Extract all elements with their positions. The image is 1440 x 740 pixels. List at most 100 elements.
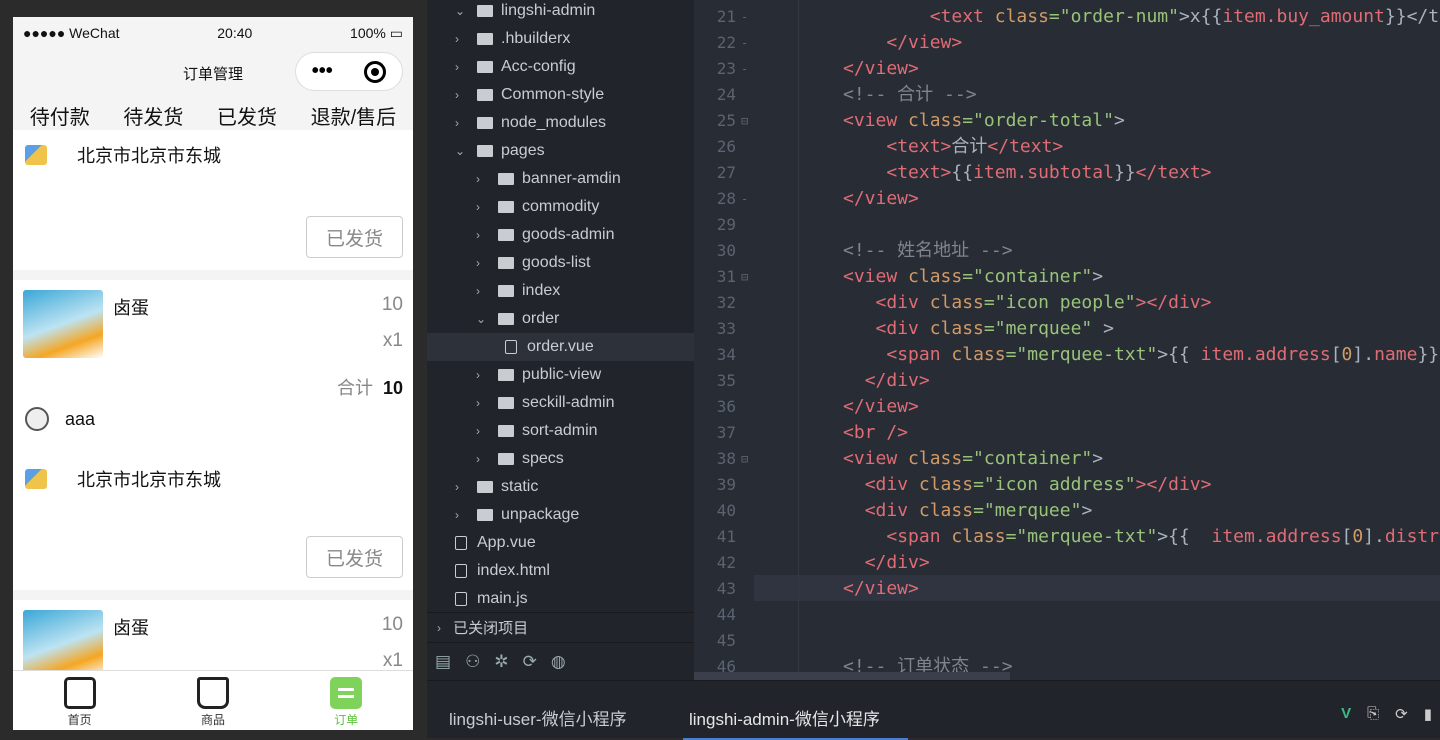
tab-pending-payment[interactable]: 待付款 xyxy=(30,91,90,131)
order-total: 合计 10 xyxy=(336,378,403,398)
folder-icon xyxy=(498,453,514,465)
tree-item[interactable]: › public-view xyxy=(427,361,694,389)
search-icon[interactable]: ⚇ xyxy=(465,652,480,672)
restart-icon[interactable]: ⟳ xyxy=(1395,705,1408,723)
code-line[interactable]: <text>{{item.subtotal}}</text> xyxy=(843,160,1211,186)
code-token: class xyxy=(929,292,984,313)
tree-item[interactable]: › unpackage xyxy=(427,501,694,529)
tab-refund[interactable]: 退款/售后 xyxy=(311,91,396,135)
tree-item[interactable]: index.html xyxy=(427,557,694,585)
tabbar-home[interactable]: 首页 xyxy=(40,671,120,730)
close-miniprogram-icon[interactable] xyxy=(364,60,387,83)
code-token: item.address xyxy=(1200,344,1331,365)
code-token: class xyxy=(908,448,963,469)
code-token: item.buy_amount xyxy=(1222,6,1385,27)
tree-item[interactable]: › Acc-config xyxy=(427,53,694,81)
code-line[interactable]: </view> xyxy=(843,56,919,82)
copy-icon[interactable]: ⎘ xyxy=(1367,705,1379,723)
order-card: 北京市北京市东城 已发货 xyxy=(13,130,413,270)
tabbar-goods[interactable]: 商品 xyxy=(173,671,253,730)
code-line[interactable]: </view> xyxy=(843,186,919,212)
tree-item[interactable]: main.js xyxy=(427,585,694,613)
tree-item[interactable]: › goods-list xyxy=(427,249,694,277)
folder-icon xyxy=(477,61,493,73)
capsule-menu[interactable]: ••• xyxy=(295,52,403,91)
code-line[interactable]: <!-- 姓名地址 --> xyxy=(843,238,1013,264)
folder-icon xyxy=(498,369,514,381)
fold-marker[interactable]: ⊟ xyxy=(741,270,748,284)
shipped-button[interactable]: 已发货 xyxy=(306,216,403,258)
plugins-icon[interactable]: ◍ xyxy=(551,652,566,672)
code-token: <div xyxy=(864,500,919,521)
code-line[interactable]: <text class="order-num">x{{item.buy_amou… xyxy=(843,4,1440,30)
file-icon xyxy=(455,564,467,578)
debug-icon[interactable]: ✲ xyxy=(494,652,508,672)
code-line[interactable]: <view class="container"> xyxy=(843,446,1103,472)
fold-marker[interactable]: ⊟ xyxy=(741,452,748,466)
horizontal-scrollbar[interactable] xyxy=(694,672,1010,680)
tree-item[interactable]: › static xyxy=(427,473,694,501)
stop-icon[interactable]: ▮ xyxy=(1424,705,1432,723)
tree-item-label: index xyxy=(522,282,561,299)
tree-item[interactable]: ⌄ order xyxy=(427,305,694,333)
code-line[interactable]: </div> xyxy=(843,550,930,576)
code-line[interactable]: <view class="container"> xyxy=(843,264,1103,290)
code-line[interactable]: <div class="icon people"></div> xyxy=(843,290,1212,316)
closed-projects[interactable]: › 已关闭项目 xyxy=(427,612,694,642)
code-line[interactable]: <span class="merquee-txt">{{ item.addres… xyxy=(843,342,1439,368)
tab-lingshi-user[interactable]: lingshi-user-微信小程序 xyxy=(449,705,627,730)
vue-icon[interactable]: V xyxy=(1341,705,1351,723)
code-line[interactable]: <div class="merquee" > xyxy=(843,316,1114,342)
tab-shipped[interactable]: 已发货 xyxy=(217,91,277,131)
chevron-icon: › xyxy=(476,396,480,410)
tree-item[interactable]: › sort-admin xyxy=(427,417,694,445)
code-token: </div> xyxy=(864,552,930,573)
code-editor[interactable]: 21- <text class="order-num">x{{item.buy_… xyxy=(694,0,1440,680)
tab-lingshi-admin[interactable]: lingshi-admin-微信小程序 xyxy=(683,705,908,740)
code-token: class xyxy=(908,266,963,287)
code-line[interactable]: <div class="icon address"></div> xyxy=(843,472,1212,498)
source-control-icon[interactable]: ⟳ xyxy=(523,652,537,672)
code-line[interactable]: <text>合计</text> xyxy=(843,134,1063,160)
code-token: ="icon address" xyxy=(973,474,1136,495)
code-token: item.address xyxy=(1211,526,1342,547)
code-token: }} xyxy=(1113,162,1136,183)
tree-item[interactable]: › index xyxy=(427,277,694,305)
tree-item[interactable]: › node_modules xyxy=(427,109,694,137)
tree-item[interactable]: › goods-admin xyxy=(427,221,694,249)
tree-item[interactable]: › banner-amdin xyxy=(427,165,694,193)
more-icon[interactable]: ••• xyxy=(312,60,333,83)
code-line[interactable]: </view> xyxy=(843,30,962,56)
tabbar-orders[interactable]: 订单 xyxy=(306,671,386,730)
line-number: 44 xyxy=(716,605,736,624)
tree-item[interactable]: App.vue xyxy=(427,529,694,557)
tab-pending-shipment[interactable]: 待发货 xyxy=(123,91,183,131)
code-line[interactable]: </div> xyxy=(843,368,930,394)
tree-item[interactable]: ⌄ pages xyxy=(427,137,694,165)
shipped-button[interactable]: 已发货 xyxy=(306,536,403,578)
code-line[interactable]: <br /> xyxy=(843,420,908,446)
tree-item[interactable]: › specs xyxy=(427,445,694,473)
code-line[interactable]: <div class="merquee"> xyxy=(843,498,1093,524)
tree-item-label: order.vue xyxy=(527,338,594,355)
tree-item[interactable]: › Common-style xyxy=(427,81,694,109)
line-number: 36 xyxy=(716,397,736,416)
code-line[interactable]: <view class="order-total"> xyxy=(843,108,1125,134)
tree-item[interactable]: ⌄ lingshi-admin xyxy=(427,0,694,25)
code-line[interactable]: <!-- 合计 --> xyxy=(843,82,977,108)
tree-item[interactable]: › seckill-admin xyxy=(427,389,694,417)
folder-icon xyxy=(498,285,514,297)
files-icon[interactable]: ▤ xyxy=(435,652,451,672)
code-line[interactable]: </view> xyxy=(843,394,919,420)
code-line[interactable]: <span class="merquee-txt">{{ item.addres… xyxy=(843,524,1440,550)
tree-item[interactable]: › commodity xyxy=(427,193,694,221)
code-token: 0 xyxy=(1352,526,1364,547)
tree-item[interactable]: › .hbuilderx xyxy=(427,25,694,53)
tree-item[interactable]: order.vue xyxy=(427,333,694,361)
code-line[interactable]: </view> xyxy=(843,576,919,602)
fold-marker[interactable]: ⊟ xyxy=(741,114,748,128)
order-list[interactable]: 北京市北京市东城 已发货 卤蛋 10 x1 合计 10 aaa 北京市北京市东城 … xyxy=(13,130,413,670)
code-token: > xyxy=(1081,500,1093,521)
tree-item-label: public-view xyxy=(522,366,602,383)
